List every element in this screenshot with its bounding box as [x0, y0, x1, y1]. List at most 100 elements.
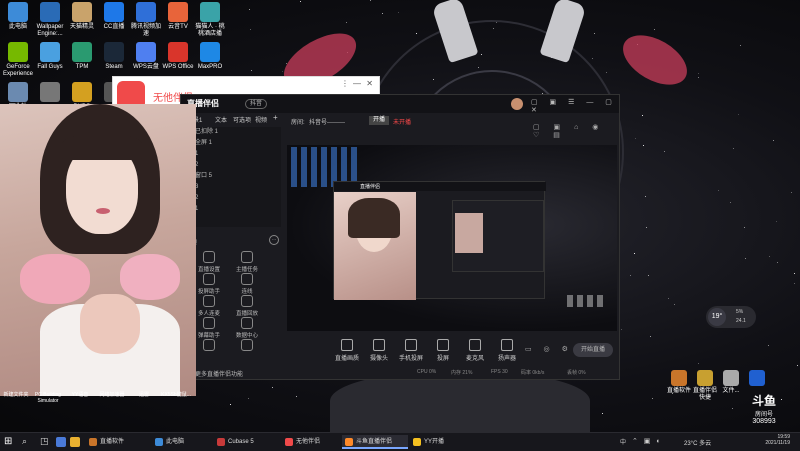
tool-button[interactable]: 主播任务 [229, 251, 265, 273]
app-icon [72, 82, 92, 102]
file-explorer-icon[interactable] [70, 437, 80, 447]
start-badge-button[interactable]: 开播 [369, 116, 390, 125]
popup-close-icon[interactable]: ✕ [366, 79, 373, 88]
avatar[interactable] [511, 98, 523, 110]
preview-canvas[interactable]: 直播伴侣 [287, 145, 617, 331]
sidebar-item[interactable]: 3 [181, 182, 281, 193]
wallpaper-accent-right [614, 25, 696, 95]
streaming-app-window[interactable]: 直播伴侣 抖音 ▢ ▣ ☰ — ▢ ✕ 场景1 文本 可选项 视频 + 已扣除 … [180, 94, 620, 380]
desktop-icon[interactable]: Steam [98, 42, 130, 71]
task-icon [241, 251, 253, 263]
sidebar-item[interactable]: 1 [181, 204, 281, 215]
desktop-icon-label: GeForce Experience [2, 64, 34, 77]
start-live-button[interactable]: 开始直播 [573, 343, 613, 357]
desktop-icon-label[interactable]: KX5Sb键鼠... [160, 392, 192, 398]
tool-button[interactable]: 直播回放 [229, 295, 265, 317]
popup-menu-icon[interactable]: ⋮ [341, 79, 349, 88]
desktop-icon-label: WPS云盘 [133, 64, 159, 70]
desktop-icon[interactable]: 直播伴侣快捷 [692, 370, 718, 402]
bottom-tool-button[interactable]: 投屏 [427, 339, 459, 362]
taskbar-weather[interactable]: 23°C 多云 [684, 438, 711, 447]
chat-icon [203, 317, 215, 329]
desktop-icon-label[interactable]: 迅雷 [128, 392, 160, 398]
more-icon[interactable]: … [269, 235, 279, 245]
sidebar-item[interactable]: 窗口 5 [181, 171, 281, 182]
desktop-icon-label[interactable]: 网络加速器 [96, 392, 128, 398]
desktop-icon-label[interactable]: YY语音 [64, 392, 96, 398]
taskbar-app[interactable]: Cubase 5 [214, 435, 280, 449]
desktop-icon[interactable]: 天猫精灵 [66, 2, 98, 31]
weather-widget[interactable]: 19° 5% 24.1 [706, 306, 756, 328]
bottom-tool-button[interactable]: 直播画质 [331, 339, 363, 362]
tool-button[interactable]: 连线 [229, 273, 265, 295]
desktop-icon[interactable]: 腾讯视频加速 [130, 2, 162, 38]
tool-button[interactable]: 投屏助手 [191, 273, 227, 295]
desktop-icon[interactable]: MaxPRO [194, 42, 226, 71]
link-icon [241, 273, 253, 285]
popup-minimize-icon[interactable]: — [353, 79, 361, 88]
app-icon [697, 370, 713, 386]
sidebar-item[interactable]: 2 [181, 160, 281, 171]
desktop-icon[interactable]: Fall Guys [34, 42, 66, 71]
pinned-app-icon[interactable] [56, 437, 66, 447]
desktop-icon[interactable]: GeForce Experience [2, 42, 34, 78]
desktop-icon[interactable] [744, 370, 770, 388]
taskbar-app[interactable]: 直播软件 [86, 435, 150, 449]
tool-button[interactable]: 数据中心 [229, 317, 265, 339]
webcam-overlay[interactable] [0, 104, 196, 396]
window-controls[interactable]: ▢ ▣ ☰ — ▢ ✕ [531, 98, 619, 114]
bottom-tool-button[interactable]: 麦克风 [459, 339, 491, 362]
menu-item-2[interactable]: 文本 [215, 115, 227, 124]
footer-link[interactable]: 更多直播伴侣功能 [195, 369, 243, 378]
add-scene-icon[interactable]: + [273, 113, 278, 122]
wallpaper-star [776, 261, 778, 263]
desktop-icon[interactable]: WPS Office [162, 42, 194, 71]
tool-button[interactable]: 弹幕助手 [191, 317, 227, 339]
desktop-icon[interactable]: CC直播 [98, 2, 130, 31]
desktop-icon[interactable]: WPS云盘 [130, 42, 162, 71]
tool-button[interactable]: 直播设置 [191, 251, 227, 273]
bottom-tool-button[interactable]: 手机投屏 [395, 339, 427, 362]
tool-button[interactable] [191, 339, 227, 353]
bottom-tool-label: 摄像头 [369, 356, 388, 362]
desktop-icon[interactable]: TPM [66, 42, 98, 71]
desktop-icon[interactable]: 云音TV [162, 2, 194, 31]
sidebar-item[interactable]: 全屏 1 [181, 138, 281, 149]
desktop-icon-label[interactable]: PC Building Simulator [32, 392, 64, 404]
menu-item-3[interactable]: 可选项 [233, 115, 251, 124]
desktop-icon-label[interactable]: 新建文件夹 [0, 392, 32, 398]
preview-right-icons [567, 295, 607, 307]
menu-item-4[interactable]: 视频 [255, 115, 267, 124]
desktop-icon[interactable]: 直播软件 [666, 370, 692, 395]
clock[interactable]: 19:59 2021/11/19 [756, 434, 790, 446]
task-view-icon[interactable]: ◳ [40, 436, 49, 447]
sidebar-item[interactable]: 2 [181, 193, 281, 204]
taskbar-app[interactable]: YY开播 [410, 435, 468, 449]
wallpaper-star [794, 283, 796, 285]
taskbar-app[interactable]: 斗鱼直播伴侣 [342, 435, 408, 449]
desktop-icon-label: CC直播 [103, 24, 125, 30]
bottom-tool-button[interactable]: 扬声器 [491, 339, 523, 362]
desktop-icon[interactable]: 此电脑 [2, 2, 34, 31]
tool-button[interactable]: 多人连麦 [191, 295, 227, 317]
start-icon[interactable]: ⊞ [4, 436, 12, 447]
platform-watermark: 斗鱼 房间号 308993 [740, 392, 788, 428]
desktop-icon[interactable]: Wallpaper Engine:... [34, 2, 66, 38]
desktop-icon[interactable] [34, 82, 66, 104]
wallpaper-star [773, 139, 775, 141]
app-titlebar[interactable]: 直播伴侣 抖音 ▢ ▣ ☰ — ▢ ✕ [181, 95, 619, 114]
wallpaper-star [654, 28, 656, 30]
taskbar-app[interactable]: 无他伴侣 [282, 435, 340, 449]
tray-icons[interactable]: ⌃ ▣ ◐ [632, 437, 663, 445]
search-icon[interactable]: ⌕ [22, 436, 27, 447]
sidebar-item[interactable]: 1 [181, 149, 281, 160]
extra-tool-icons[interactable]: ▭ ◎ ⚙ [525, 345, 573, 353]
bottom-tool-button[interactable]: 摄像头 [363, 339, 395, 362]
sidebar-header[interactable]: 已扣除 1 [181, 127, 281, 138]
input-lang[interactable]: 中 [620, 437, 626, 446]
desktop-icon[interactable]: 猫猫人 · 桃桃酒店播 [194, 2, 226, 38]
platform-badge[interactable]: 抖音 [245, 99, 268, 109]
preview-toolbar-icons[interactable]: ▢ ▣ ⌂ ◉ ♡ ▤ [533, 123, 619, 139]
taskbar-app[interactable]: 此电脑 [152, 435, 212, 449]
tool-button[interactable] [229, 339, 265, 353]
